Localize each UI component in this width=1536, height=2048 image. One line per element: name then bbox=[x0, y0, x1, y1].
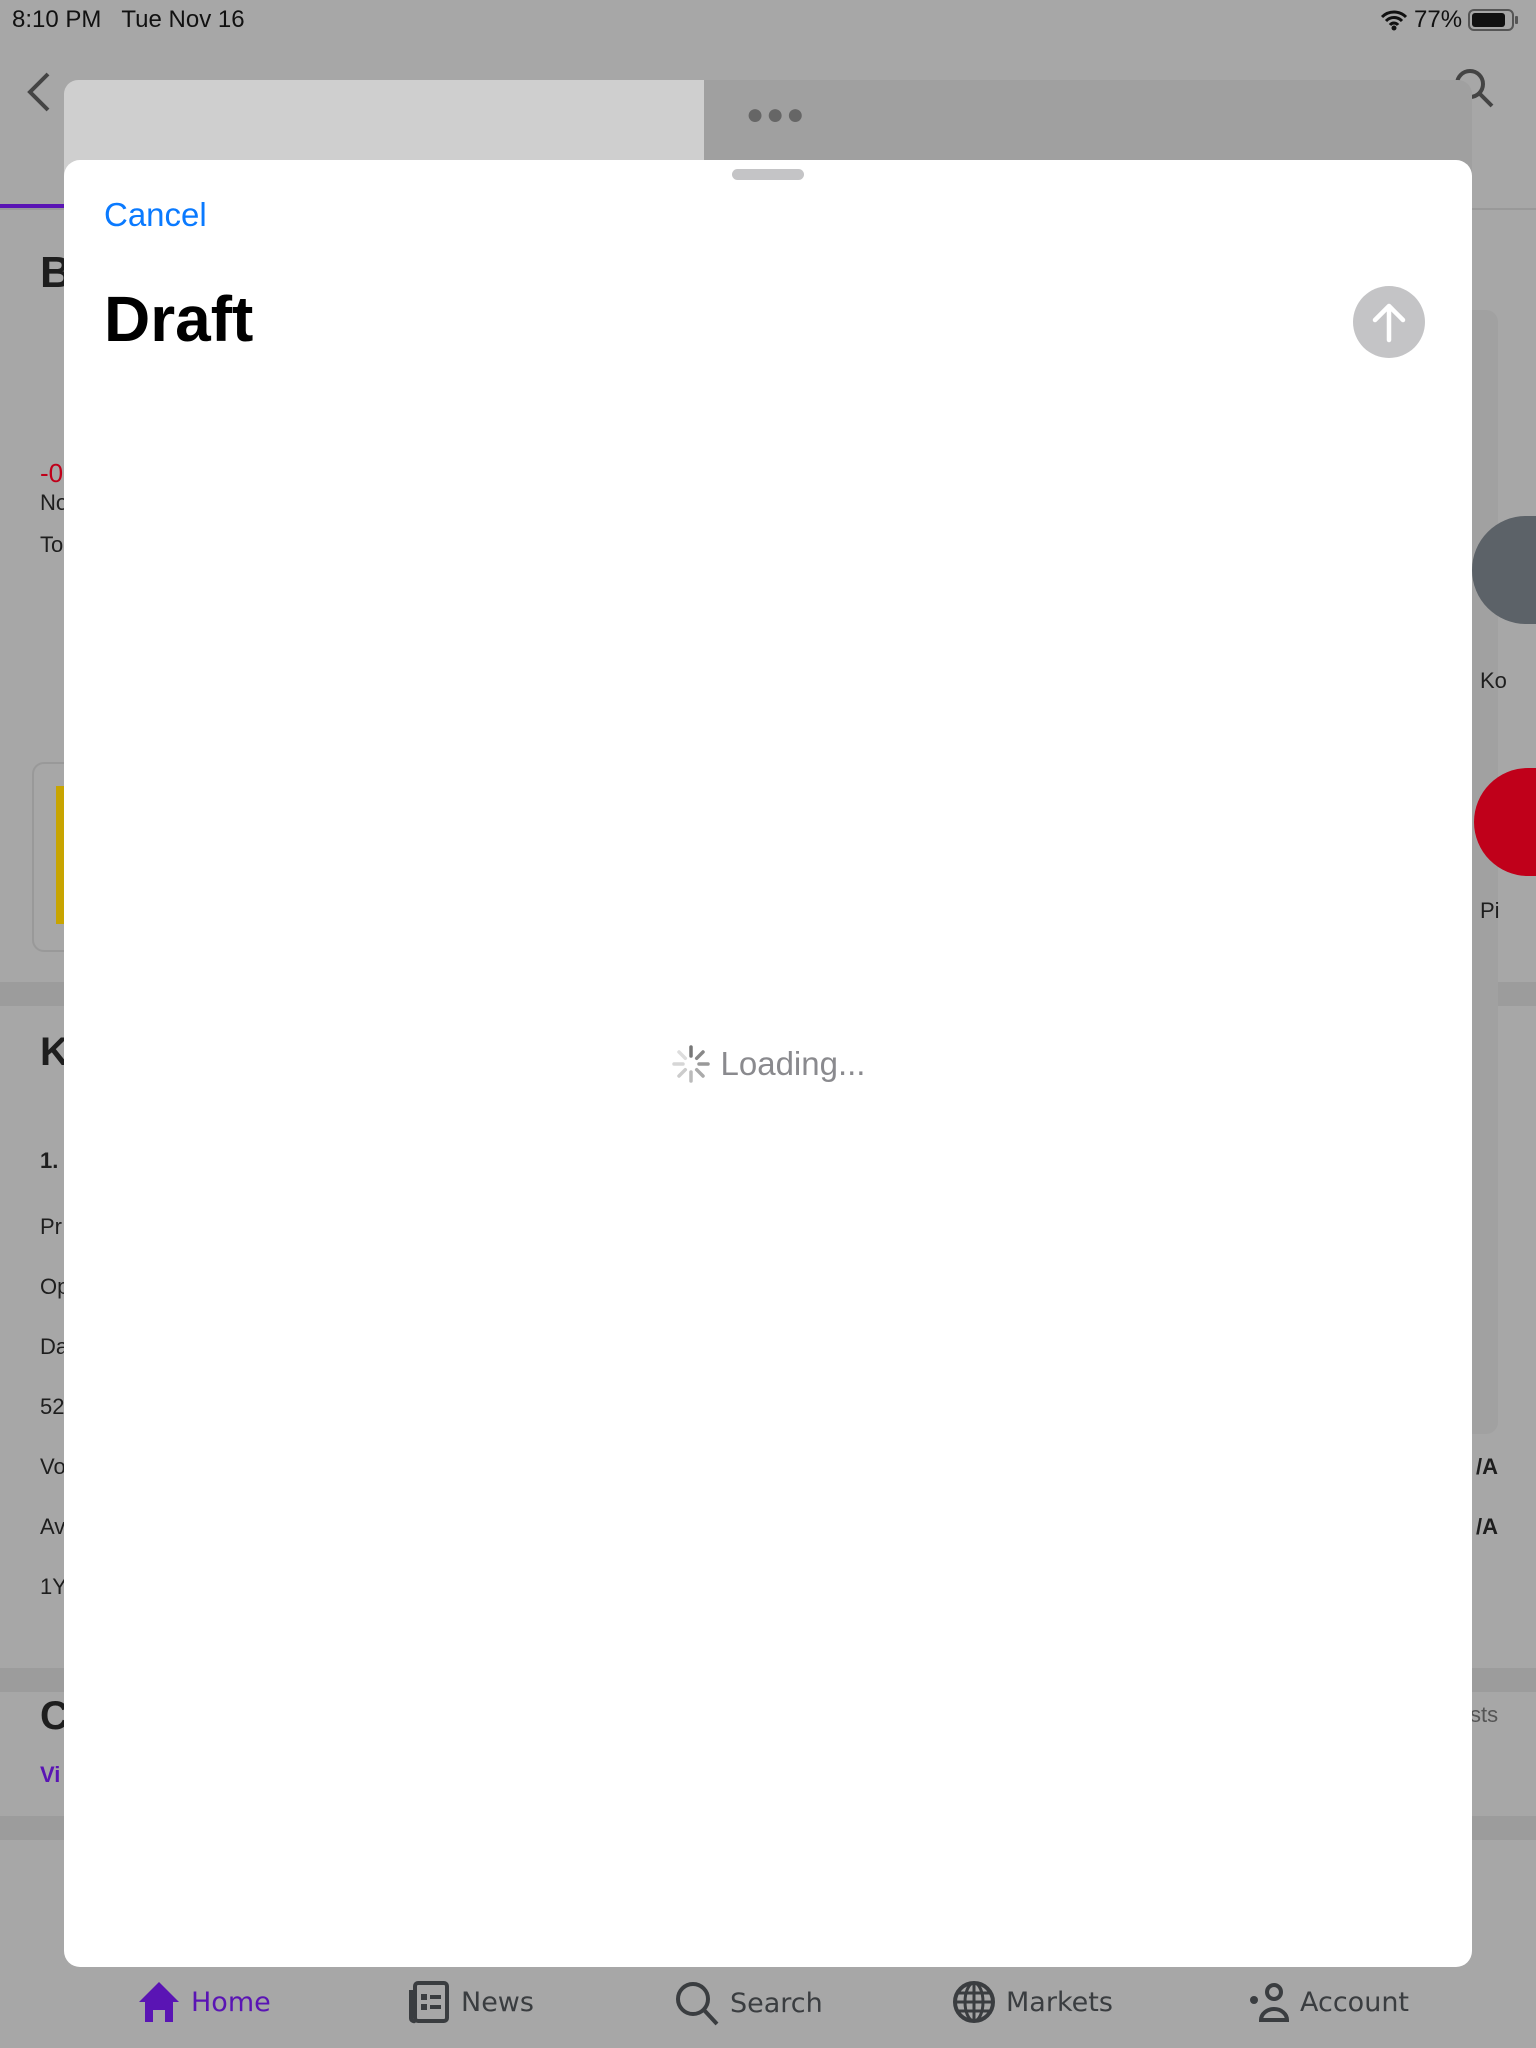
more-icon: ●●● bbox=[746, 98, 807, 131]
bg-text: Pr bbox=[40, 1214, 62, 1239]
battery-percent: 77% bbox=[1414, 6, 1463, 33]
spinner-icon bbox=[671, 1045, 710, 1083]
bg-text: Ko bbox=[1480, 668, 1507, 693]
globe-icon bbox=[953, 1981, 995, 2023]
loading-text: Loading... bbox=[720, 1045, 866, 1082]
time: 8:10 PM bbox=[12, 6, 102, 33]
cancel-button[interactable]: Cancel bbox=[104, 196, 207, 234]
bg-text: 52 bbox=[40, 1394, 65, 1419]
account-icon bbox=[1250, 1983, 1290, 2022]
status-time: 8:10 PM Tue Nov 16 bbox=[12, 6, 245, 34]
bg-text: Av bbox=[40, 1514, 66, 1539]
tab-bar: Home News Search Markets Account bbox=[0, 1968, 1536, 2048]
tab-account[interactable]: Account bbox=[1246, 1980, 1409, 2024]
tab-news[interactable]: News bbox=[407, 1980, 534, 2024]
tab-label: Markets bbox=[1006, 1986, 1113, 2018]
tab-markets[interactable]: Markets bbox=[952, 1980, 1113, 2024]
tab-label: Home bbox=[191, 1986, 271, 2018]
status-right: 77% bbox=[1380, 6, 1520, 34]
search-icon bbox=[676, 1982, 719, 2026]
bg-text: Pi bbox=[1480, 898, 1500, 923]
date: Tue Nov 16 bbox=[121, 6, 245, 33]
tab-label: News bbox=[461, 1986, 534, 2018]
arrow-up-icon bbox=[1372, 303, 1406, 343]
battery-icon bbox=[1468, 9, 1519, 31]
home-icon bbox=[139, 1982, 179, 2022]
bg-text: 1. bbox=[40, 1148, 59, 1173]
back-icon bbox=[27, 72, 50, 112]
send-button[interactable] bbox=[1353, 286, 1425, 358]
bg-text: /A bbox=[1476, 1454, 1498, 1479]
bg-text: Vo bbox=[40, 1454, 66, 1479]
page-title: Draft bbox=[104, 283, 254, 355]
bg-text: 1Y bbox=[40, 1574, 67, 1599]
loading-indicator: Loading... bbox=[0, 1044, 1536, 1084]
bg-text: /A bbox=[1476, 1514, 1498, 1539]
tab-label: Account bbox=[1300, 1986, 1410, 2018]
tab-label: Search bbox=[730, 1987, 823, 2019]
news-icon bbox=[409, 1981, 449, 2024]
tab-home[interactable]: Home bbox=[137, 1980, 271, 2024]
bg-text: To bbox=[40, 532, 64, 557]
tab-search[interactable]: Search bbox=[674, 1980, 823, 2026]
side-panel bbox=[1472, 310, 1498, 1434]
wifi-icon bbox=[1380, 10, 1408, 31]
sheet-grabber[interactable] bbox=[732, 169, 804, 180]
bg-text: sts bbox=[1470, 1702, 1499, 1727]
bg-text: Vi bbox=[40, 1762, 61, 1787]
bg-text: -0 bbox=[40, 458, 64, 488]
